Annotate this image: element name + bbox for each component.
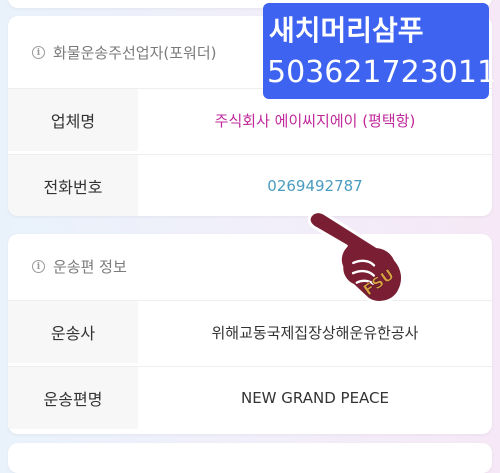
carrier-value: 위해교동국제집장상해운유한공사 xyxy=(211,323,419,342)
info-icon: i xyxy=(32,260,45,273)
table-row: 운송사 위해교동국제집장상해운유한공사 xyxy=(8,300,492,363)
overlay-label: 새치머리삼푸 503621723011 xyxy=(263,3,496,99)
next-card-edge xyxy=(8,443,492,473)
overlay-code: 503621723011 xyxy=(267,55,497,90)
forwarder-title-text: 화물운송주선업자(포워더) xyxy=(53,44,217,62)
table-row: 운송편명 NEW GRAND PEACE xyxy=(8,366,492,429)
phone-number-label: 전화번호 xyxy=(8,155,138,216)
forwarder-section-title: i 화물운송주선업자(포워더) xyxy=(32,42,217,63)
table-row: 전화번호 0269492787 xyxy=(8,154,492,216)
shipping-title-text: 운송편 정보 xyxy=(53,258,127,276)
vessel-name-value: NEW GRAND PEACE xyxy=(240,389,389,407)
shipping-section-title: i 운송편 정보 xyxy=(32,256,127,277)
carrier-label: 운송사 xyxy=(8,301,138,363)
vessel-name-label: 운송편명 xyxy=(8,367,138,429)
company-name-label: 업체명 xyxy=(8,89,138,151)
foam-finger-icon: FSU xyxy=(308,210,405,304)
shipping-card: i 운송편 정보 운송사 위해교동국제집장상해운유한공사 운송편명 NEW GR… xyxy=(8,234,492,434)
info-icon: i xyxy=(32,46,45,59)
overlay-title: 새치머리삼푸 xyxy=(269,14,424,47)
